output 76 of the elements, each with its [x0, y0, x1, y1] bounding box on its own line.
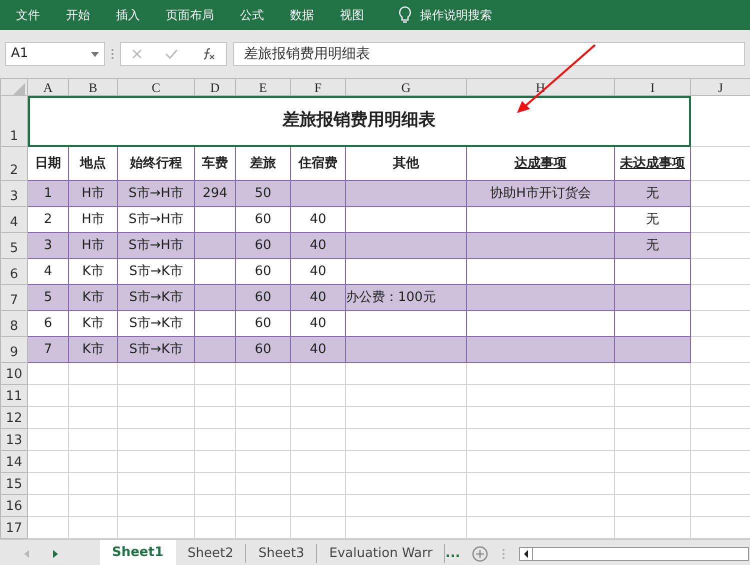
row-header[interactable]: 4	[0, 206, 28, 232]
ribbon-tab[interactable]: 开始	[66, 6, 90, 24]
ribbon-tab[interactable]: 页面布局	[166, 6, 214, 24]
table-cell: 40	[290, 232, 346, 258]
ribbon-tab[interactable]: 数据	[290, 6, 314, 24]
row-header[interactable]: 9	[0, 336, 28, 362]
column-header[interactable]: I	[614, 78, 690, 96]
column-header[interactable]: B	[68, 78, 118, 96]
column-header[interactable]: E	[236, 78, 290, 96]
table-cell: S市→K市	[118, 284, 194, 310]
table-cell: 办公费：100元	[346, 284, 466, 310]
table-cell: 无	[614, 232, 690, 258]
lightbulb-icon[interactable]	[398, 6, 412, 24]
table-cell: S市→H市	[118, 232, 194, 258]
table-cell: 294	[194, 180, 236, 206]
drag-handle-icon[interactable]	[111, 48, 114, 60]
name-box[interactable]: A1	[5, 42, 105, 66]
row-header[interactable]: 5	[0, 232, 28, 258]
row-header[interactable]: 3	[0, 180, 28, 206]
table-cell: 50	[236, 180, 290, 206]
table-cell: 60	[236, 336, 290, 362]
row-header[interactable]: 16	[0, 494, 28, 516]
cancel-icon[interactable]	[132, 49, 142, 59]
sheet-tab[interactable]: Sheet3	[246, 544, 318, 563]
table-cell: 7	[28, 336, 68, 362]
caret-icon[interactable]	[91, 52, 99, 56]
table-cell: H市	[68, 180, 118, 206]
ribbon-tab[interactable]: 插入	[116, 6, 140, 24]
formula-field[interactable]: 差旅报销费用明细表	[233, 42, 745, 66]
sheet-tab[interactable]: Sheet1	[100, 540, 176, 565]
row-header[interactable]: 14	[0, 450, 28, 472]
table-cell: K市	[68, 284, 118, 310]
row-header[interactable]: 7	[0, 284, 28, 310]
column-header[interactable]: F	[290, 78, 346, 96]
row-header[interactable]: 1	[0, 96, 28, 146]
table-cell: 协助H市开订货会	[466, 180, 614, 206]
table-cell: K市	[68, 336, 118, 362]
more-tabs-button[interactable]: ...	[445, 544, 460, 564]
row-header[interactable]: 2	[0, 146, 28, 180]
ribbon-tab[interactable]: 视图	[340, 6, 364, 24]
table-cell: 60	[236, 284, 290, 310]
row-header[interactable]: 10	[0, 362, 28, 384]
row-header[interactable]: 17	[0, 516, 28, 538]
ribbon-tab[interactable]: 公式	[240, 6, 264, 24]
table-cell: S市→K市	[118, 336, 194, 362]
table-cell: S市→H市	[118, 180, 194, 206]
add-sheet-icon[interactable]	[472, 546, 488, 562]
sheet-tab[interactable]: Evaluation Warr	[317, 544, 446, 563]
table-cell: 3	[28, 232, 68, 258]
row-header[interactable]: 11	[0, 384, 28, 406]
table-cell: H市	[68, 232, 118, 258]
table-cell: 40	[290, 336, 346, 362]
column-header[interactable]: G	[346, 78, 466, 96]
table-cell: 无	[614, 180, 690, 206]
column-header[interactable]: J	[690, 78, 750, 96]
table-cell: 1	[28, 180, 68, 206]
sheet-tab[interactable]: Sheet2	[176, 544, 246, 563]
table-cell: 40	[290, 284, 346, 310]
column-header[interactable]: C	[118, 78, 194, 96]
title-cell: 差旅报销费用明细表	[28, 96, 690, 146]
checkmark-icon[interactable]	[164, 49, 178, 59]
ribbon-tab[interactable]: 文件	[16, 6, 40, 24]
table-cell: 60	[236, 232, 290, 258]
row-header[interactable]: 8	[0, 310, 28, 336]
column-header[interactable]: D	[194, 78, 236, 96]
cell-reference: A1	[11, 45, 28, 64]
scroll-right-icon[interactable]	[53, 550, 58, 558]
search-field[interactable]: 操作说明搜索	[420, 6, 492, 24]
row-header[interactable]: 12	[0, 406, 28, 428]
row-header[interactable]: 6	[0, 258, 28, 284]
row-header[interactable]: 13	[0, 428, 28, 450]
column-header[interactable]: A	[28, 78, 68, 96]
drag-handle-icon[interactable]	[502, 548, 506, 560]
horizontal-scrollbar[interactable]	[519, 546, 750, 560]
row-header[interactable]: 15	[0, 472, 28, 494]
table-cell: 5	[28, 284, 68, 310]
